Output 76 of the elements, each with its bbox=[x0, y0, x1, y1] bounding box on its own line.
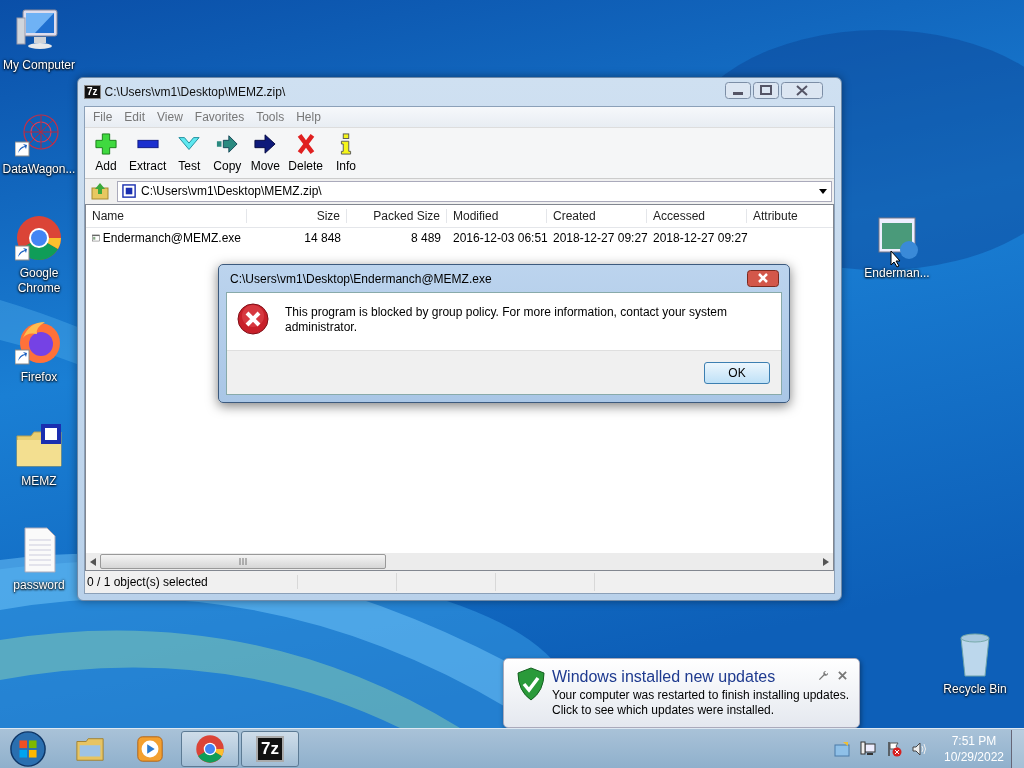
minimize-button[interactable] bbox=[725, 82, 751, 99]
dialog-title: C:\Users\vm1\Desktop\Endermanch@MEMZ.exe bbox=[230, 271, 493, 286]
desktop-icon-label[interactable]: MEMZ bbox=[21, 474, 57, 489]
menu-item[interactable]: Help bbox=[290, 110, 327, 124]
media-player-icon bbox=[135, 733, 165, 764]
notification-balloon[interactable]: Windows installed new updates Your computer was restarted to finish installing updates. Click to see which updates were installed. bbox=[503, 658, 860, 728]
desktop-icon-label[interactable]: My Computer bbox=[3, 58, 75, 73]
network-icon[interactable] bbox=[860, 740, 876, 757]
start-button[interactable] bbox=[9, 729, 47, 768]
table-cell: Endermanch@MEMZ.exe bbox=[86, 231, 247, 245]
status-text: 0 / 1 object(s) selected bbox=[85, 575, 298, 589]
table-cell-text: 8 489 bbox=[409, 231, 442, 245]
window-title: C:\Users\vm1\Desktop\MEMZ.zip\ bbox=[104, 85, 287, 99]
notification-body: Your computer was restarted to finish installing updates. Click to see which updates were installed. bbox=[552, 688, 851, 718]
ok-button[interactable]: OK bbox=[704, 361, 770, 384]
dropdown-caret-icon[interactable] bbox=[819, 188, 827, 194]
archive-icon bbox=[122, 183, 137, 199]
horizontal-scrollbar[interactable] bbox=[86, 553, 833, 570]
column-header[interactable]: Created bbox=[547, 209, 647, 223]
menu-item[interactable]: Edit bbox=[118, 110, 152, 124]
error-message: This program is blocked by group policy. For more information, contact your system administrator. bbox=[285, 305, 728, 335]
column-header[interactable]: Accessed bbox=[647, 209, 747, 223]
toolbar-button[interactable]: Add bbox=[87, 133, 125, 173]
scroll-left-icon[interactable] bbox=[90, 557, 96, 566]
table-cell-text: 2018-12-27 09:27 bbox=[552, 231, 647, 245]
flag-error-icon[interactable] bbox=[886, 740, 902, 757]
menu-item[interactable]: File bbox=[87, 110, 119, 124]
column-header[interactable]: Name bbox=[86, 209, 247, 223]
maximize-button[interactable] bbox=[753, 82, 779, 99]
toolbar-button[interactable]: Copy bbox=[208, 133, 247, 173]
toolbar-button[interactable]: Extract bbox=[125, 133, 171, 173]
close-button[interactable] bbox=[781, 82, 823, 99]
wrench-icon[interactable] bbox=[818, 670, 829, 681]
error-icon bbox=[237, 303, 269, 335]
shield-check-icon bbox=[516, 667, 546, 701]
mouse-cursor-icon bbox=[890, 250, 902, 268]
column-header[interactable]: Attribute bbox=[747, 209, 833, 223]
program-file-icon bbox=[92, 232, 100, 244]
folder-up-icon[interactable] bbox=[91, 182, 109, 200]
desktop-icon-label[interactable]: Firefox bbox=[20, 370, 58, 385]
taskbar-button[interactable] bbox=[181, 730, 239, 767]
scroll-right-icon[interactable] bbox=[823, 557, 829, 566]
add-icon bbox=[95, 133, 117, 155]
toolbar-button[interactable]: Info bbox=[327, 133, 366, 173]
chrome-icon bbox=[195, 733, 225, 764]
address-field[interactable]: C:\Users\vm1\Desktop\MEMZ.zip\ bbox=[117, 180, 832, 202]
chrome-icon[interactable] bbox=[15, 214, 63, 262]
menu-item[interactable]: View bbox=[151, 110, 189, 124]
column-header[interactable]: Packed Size bbox=[347, 209, 447, 223]
toolbar-button[interactable]: Test bbox=[170, 133, 209, 173]
table-cell-text: 2016-12-03 06:51 bbox=[452, 231, 547, 245]
zipfolder-icon[interactable] bbox=[15, 422, 63, 470]
menu-item[interactable]: Favorites bbox=[188, 110, 251, 124]
column-header[interactable]: Size bbox=[247, 209, 347, 223]
taskbar-button[interactable]: 7z bbox=[241, 730, 299, 767]
app-logo: 7z bbox=[84, 85, 101, 99]
app-logo: 7z bbox=[256, 735, 284, 762]
desktop-icon-label[interactable]: DataWagon... bbox=[2, 162, 76, 177]
toolbar-button[interactable]: Move bbox=[246, 133, 285, 173]
file-row[interactable]: Endermanch@MEMZ.exe 14 848 8 489 2016-12-03 06:51 2018-12-27 09:27 2018-12-27 09:27 bbox=[86, 228, 833, 248]
desktop-icon-label[interactable]: Enderman... bbox=[864, 266, 930, 281]
table-cell-text: 14 848 bbox=[303, 231, 342, 245]
notification-title: Windows installed new updates bbox=[552, 667, 776, 687]
close-icon[interactable] bbox=[838, 671, 847, 680]
table-cell-text: 2018-12-27 09:27 bbox=[652, 231, 747, 245]
desktop-icon-label[interactable]: Google Chrome bbox=[0, 266, 78, 296]
volume-icon[interactable] bbox=[912, 740, 928, 757]
menu-item[interactable]: Tools bbox=[250, 110, 291, 124]
desktop-icon-label[interactable]: Recycle Bin bbox=[943, 682, 1007, 697]
toolbar-button[interactable]: Delete bbox=[284, 133, 328, 173]
copy-icon bbox=[216, 133, 239, 155]
scroll-grip-icon bbox=[239, 558, 247, 565]
close-button[interactable] bbox=[747, 270, 779, 287]
move-icon bbox=[254, 133, 277, 155]
show-desktop-button[interactable] bbox=[1011, 729, 1024, 768]
column-header[interactable]: Modified bbox=[447, 209, 547, 223]
